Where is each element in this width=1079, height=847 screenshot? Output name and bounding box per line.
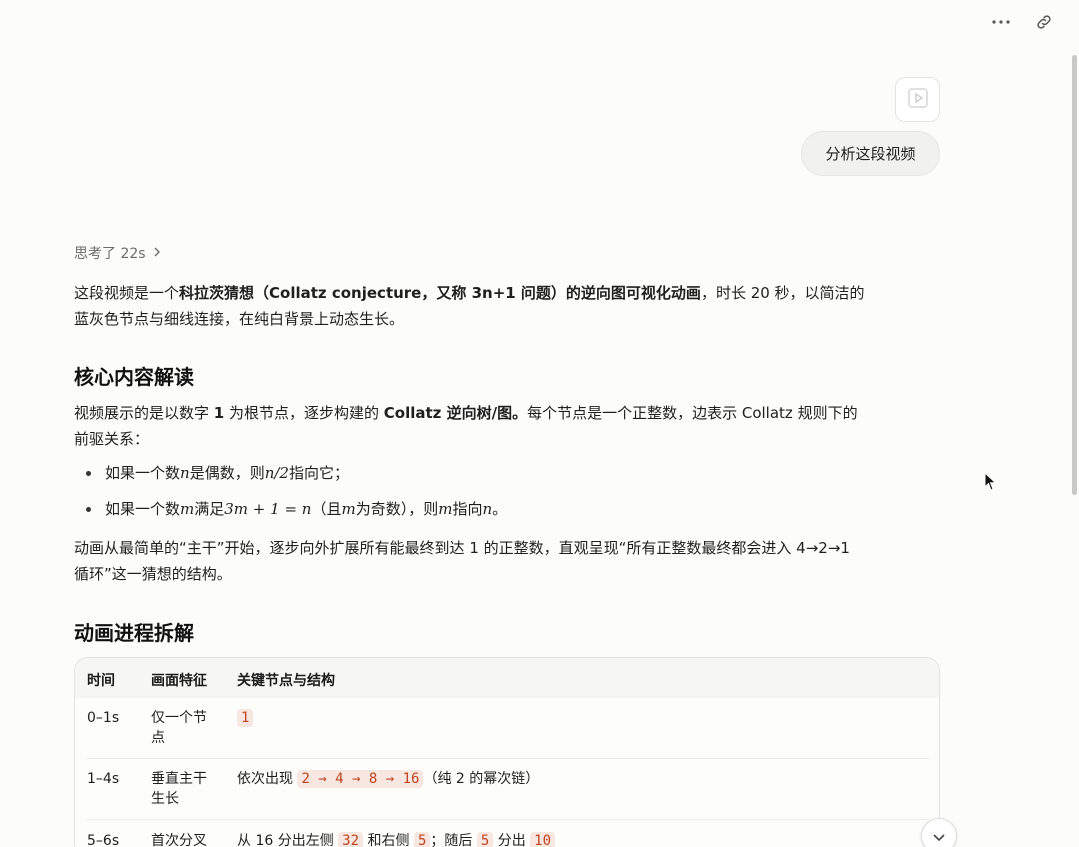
- table-cell-structure: 依次出现 2 → 4 → 8 → 16 （纯 2 的幂次链）: [237, 770, 540, 788]
- table-cell-time: 5–6s: [87, 833, 120, 847]
- row-divider: [87, 819, 929, 820]
- table-cell-feature: 仅一个节点: [151, 710, 207, 746]
- table-cell-time: 1–4s: [87, 771, 120, 787]
- table-cell-structure: 1: [237, 708, 254, 728]
- intro-paragraph: 这段视频是一个科拉茨猜想（Collatz conjecture，又称 3n+1 …: [74, 284, 865, 328]
- intro-bold: 科拉茨猜想（Collatz conjecture，又称 3n+1 问题）的逆向图…: [179, 284, 701, 302]
- progress-table: 时间 画面特征 关键节点与结构 0–1s 仅一个节点 1 1–4s 垂直主干 生长…: [74, 657, 940, 847]
- chevron-down-icon: [933, 827, 945, 846]
- node-tag: 5: [413, 832, 431, 847]
- scrollbar-thumb[interactable]: [1072, 55, 1077, 495]
- section-heading-progress: 动画进程拆解: [74, 621, 194, 645]
- more-horizontal-icon[interactable]: [989, 10, 1013, 34]
- row-divider: [87, 758, 929, 759]
- user-message-text: 分析这段视频: [825, 145, 916, 163]
- node-tag: 10: [530, 832, 556, 847]
- node-tag: 1: [237, 709, 254, 727]
- video-play-icon: [907, 87, 929, 113]
- node-tag: 32: [338, 832, 364, 847]
- table-header-structure: 关键节点与结构: [237, 673, 335, 689]
- table-cell-feature: 首次分叉: [151, 833, 207, 847]
- closing-paragraph: 动画从最简单的“主干”开始，逐步向外扩展所有能最终到达 1 的正整数，直观呈现“…: [74, 539, 850, 583]
- bullet-dot: [86, 470, 91, 476]
- thought-label: 思考了 22s: [74, 246, 146, 262]
- table-cell-feature: 垂直主干 生长: [151, 771, 207, 807]
- node-chain-tag: 2 → 4 → 8 → 16: [297, 770, 424, 788]
- bullet-dot: [86, 506, 91, 512]
- mouse-cursor-icon: [984, 471, 998, 496]
- section-heading-core: 核心内容解读: [74, 365, 194, 389]
- thought-toggle[interactable]: 思考了 22s: [74, 243, 162, 263]
- video-attachment-thumbnail[interactable]: [895, 77, 940, 122]
- table-header-time: 时间: [87, 673, 115, 689]
- list-item: 如果一个数 n 是偶数，则 n/2 指向它；: [86, 461, 349, 485]
- scroll-down-button[interactable]: [921, 818, 957, 847]
- table-cell-time: 0–1s: [87, 710, 120, 726]
- table-cell-structure: 从 16 分出左侧 32 和右侧 5 ；随后 5 分出 10: [237, 831, 556, 847]
- list-item: 如果一个数 m 满足 3m + 1 = n （且 m 为奇数），则 m 指向 n。: [86, 497, 507, 521]
- node-tag: 5: [476, 832, 494, 847]
- chevron-right-icon: [152, 245, 162, 261]
- link-icon[interactable]: [1032, 10, 1056, 34]
- user-message-bubble: 分析这段视频: [801, 131, 940, 176]
- table-header-feature: 画面特征: [151, 673, 207, 689]
- core-paragraph: 视频展示的是以数字 1 为根节点，逐步构建的 Collatz 逆向树/图。每个节…: [74, 404, 858, 448]
